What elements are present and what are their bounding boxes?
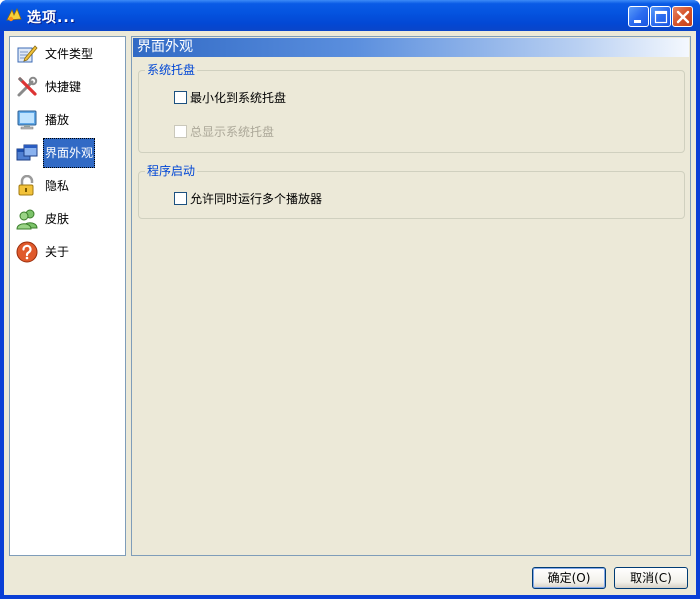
dialog-client-area: 文件类型 快捷键 播放 界面外观 隐私 皮肤 关于 界面外观 系统托盘 最小化到… bbox=[4, 31, 696, 595]
nav-item-label: 隐私 bbox=[45, 179, 70, 193]
settings-panel: 界面外观 系统托盘 最小化到系统托盘 总显示系统托盘 程序启动 允许同时运行多个… bbox=[131, 36, 691, 556]
maximize-button[interactable] bbox=[650, 6, 671, 27]
category-list[interactable]: 文件类型 快捷键 播放 界面外观 隐私 皮肤 关于 bbox=[9, 36, 126, 556]
help-icon bbox=[16, 241, 38, 263]
nav-item-skins[interactable]: 皮肤 bbox=[14, 204, 122, 234]
always-show-tray-checkbox: 总显示系统托盘 bbox=[174, 124, 294, 140]
title-bar[interactable]: 选项... bbox=[0, 0, 700, 31]
checkbox-label: 允许同时运行多个播放器 bbox=[190, 192, 323, 206]
nav-item-label: 关于 bbox=[45, 245, 70, 259]
minimize-to-tray-checkbox[interactable]: 最小化到系统托盘 bbox=[174, 90, 314, 106]
maximize-icon bbox=[654, 10, 668, 24]
nav-item-hotkeys[interactable]: 快捷键 bbox=[14, 72, 122, 102]
minimize-icon bbox=[634, 20, 641, 23]
checkbox-box[interactable] bbox=[174, 91, 187, 104]
nav-item-file-types[interactable]: 文件类型 bbox=[14, 39, 122, 69]
tools-icon bbox=[17, 76, 38, 97]
group-title: 程序启动 bbox=[145, 164, 198, 178]
minimize-button[interactable] bbox=[628, 6, 649, 27]
tray-group: 系统托盘 最小化到系统托盘 总显示系统托盘 bbox=[138, 63, 685, 153]
window-title: 选项... bbox=[27, 10, 76, 26]
group-title: 系统托盘 bbox=[145, 63, 198, 77]
nav-item-label: 文件类型 bbox=[45, 47, 94, 61]
nav-item-label: 皮肤 bbox=[45, 212, 70, 226]
close-icon bbox=[676, 10, 690, 24]
nav-item-label: 播放 bbox=[45, 113, 70, 127]
close-button[interactable] bbox=[672, 6, 693, 27]
nav-item-label: 快捷键 bbox=[45, 80, 82, 94]
cancel-button[interactable]: 取消(C) bbox=[614, 567, 688, 589]
monitor-icon bbox=[17, 110, 37, 130]
checkbox-label: 总显示系统托盘 bbox=[190, 125, 275, 139]
nav-item-appearance[interactable]: 界面外观 bbox=[14, 138, 122, 168]
app-logo-icon bbox=[6, 8, 22, 22]
nav-item-about[interactable]: 关于 bbox=[14, 237, 122, 267]
startup-group: 程序启动 允许同时运行多个播放器 bbox=[138, 164, 685, 219]
checkbox-box bbox=[174, 125, 187, 138]
nav-item-label: 界面外观 bbox=[43, 138, 96, 168]
users-icon bbox=[16, 209, 38, 230]
checkbox-label: 最小化到系统托盘 bbox=[190, 91, 287, 105]
panel-title: 界面外观 bbox=[133, 38, 689, 57]
padlock-icon bbox=[18, 175, 34, 196]
edit-document-icon bbox=[17, 45, 38, 63]
ok-button[interactable]: 确定(O) bbox=[532, 567, 606, 589]
nav-item-privacy[interactable]: 隐私 bbox=[14, 171, 122, 201]
checkbox-box[interactable] bbox=[174, 192, 187, 205]
nav-item-playback[interactable]: 播放 bbox=[14, 105, 122, 135]
windows-icon bbox=[16, 144, 38, 161]
allow-multiple-instances-checkbox[interactable]: 允许同时运行多个播放器 bbox=[174, 191, 354, 207]
options-dialog: 选项... 文件类型 快捷键 播放 界面外观 隐私 皮肤 关于 界面外观 系统托… bbox=[0, 0, 700, 599]
